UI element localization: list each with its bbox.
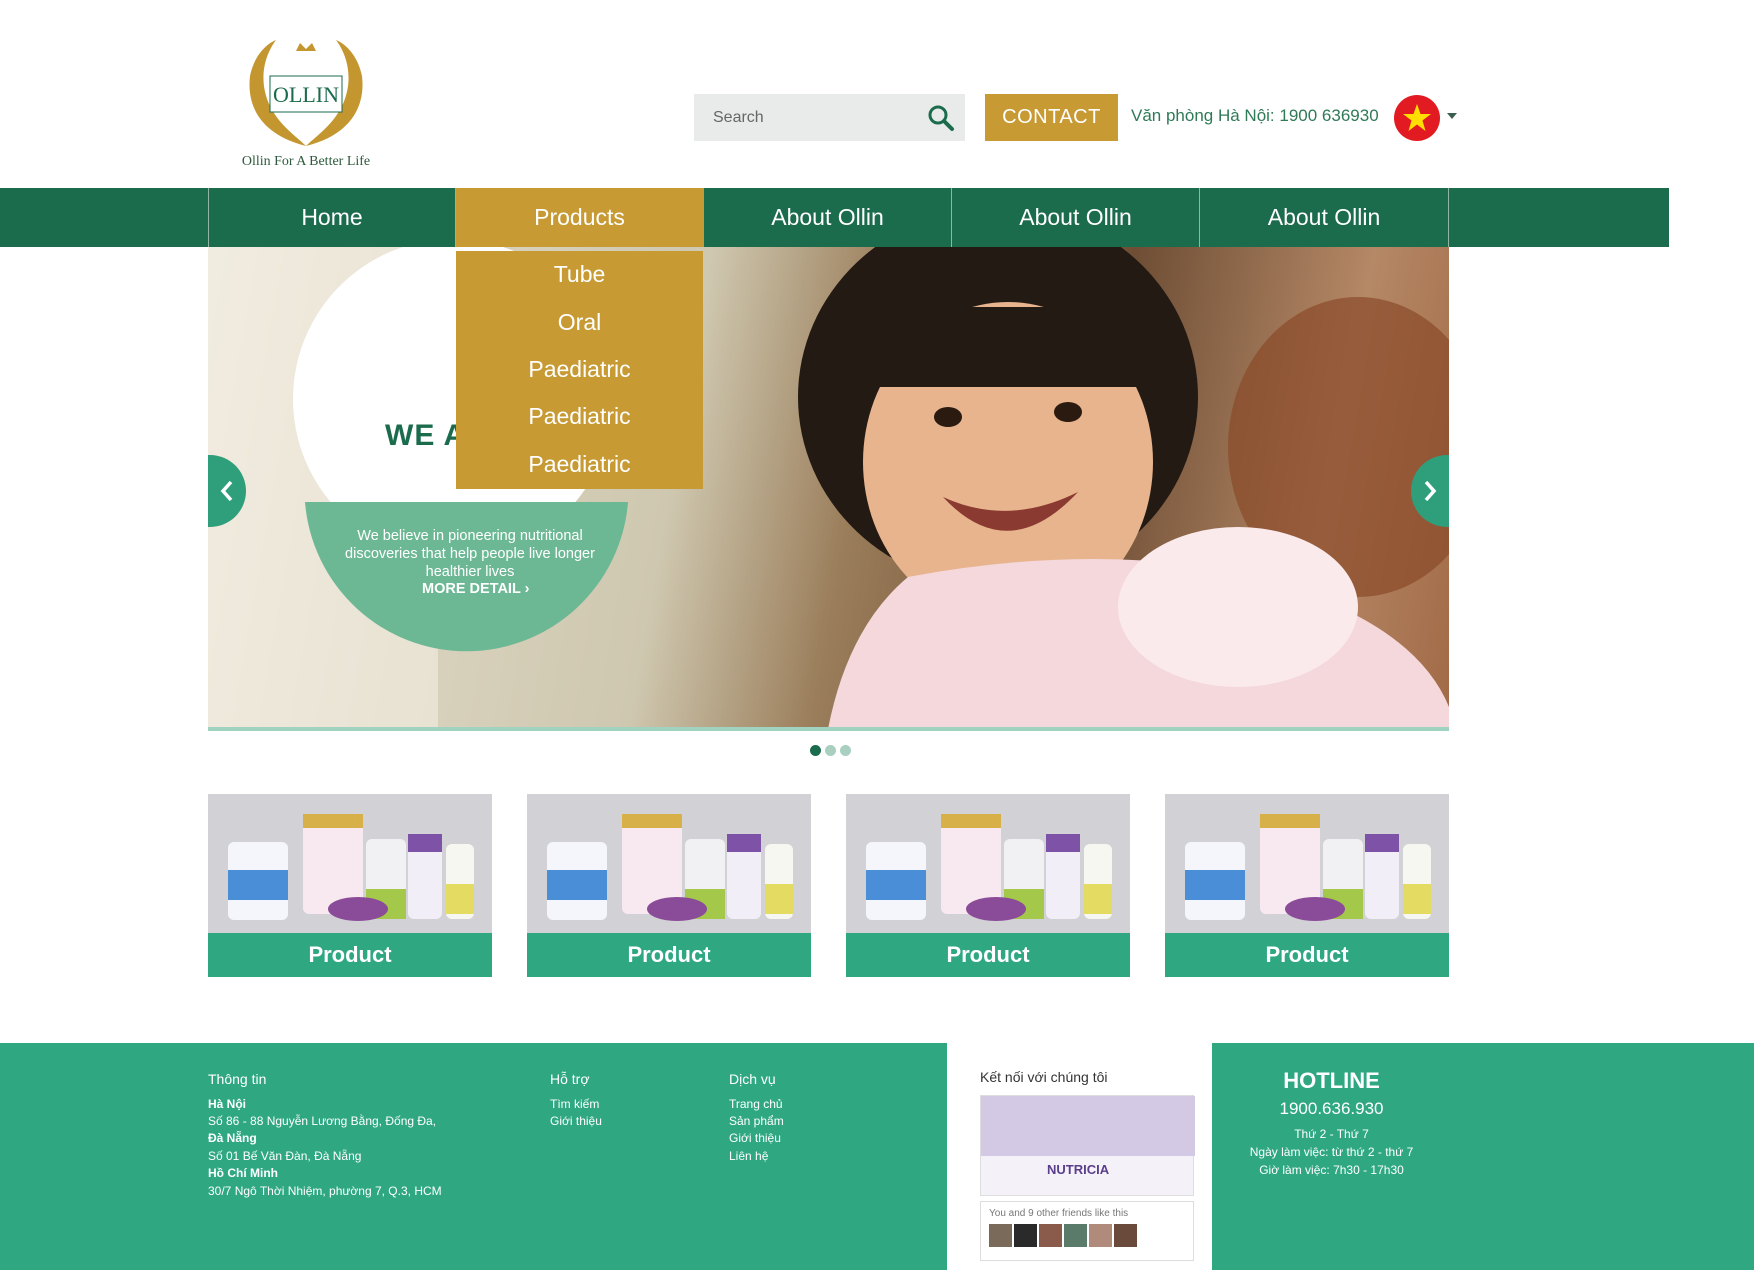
- products-dropdown: Tube Oral Paediatric Paediatric Paediatr…: [456, 251, 703, 489]
- nav-about-1[interactable]: About Ollin: [704, 188, 952, 247]
- social-friends-text: You and 9 other friends like this: [989, 1208, 1129, 1219]
- dropdown-item-paediatric-3[interactable]: Paediatric: [456, 441, 703, 488]
- footer-info-line: 30/7 Ngô Thời Nhiệm, phường 7, Q.3, HCM: [208, 1184, 442, 1198]
- footer-services-link[interactable]: Giới thiệu: [729, 1131, 781, 1145]
- nav-products[interactable]: Products: [456, 188, 704, 247]
- avatar[interactable]: [1114, 1224, 1137, 1247]
- laurel-wreath-icon: OLLIN: [249, 40, 363, 146]
- more-detail-label: MORE DETAIL: [422, 581, 521, 597]
- nav-about-2[interactable]: About Ollin: [952, 188, 1200, 247]
- hotline-line: Ngày làm việc: từ thứ 2 - thứ 7: [1249, 1145, 1414, 1159]
- logo-tagline: Ollin For A Better Life: [241, 154, 371, 169]
- product-label: Product: [208, 933, 492, 977]
- footer-services-link[interactable]: Trang chủ: [729, 1097, 783, 1111]
- hotline-line: Thứ 2 - Thứ 7: [1294, 1127, 1369, 1141]
- product-image: [1185, 814, 1431, 921]
- office-hotline: Văn phòng Hà Nội: 1900 636930: [1131, 106, 1379, 125]
- footer-services-link[interactable]: Liên hệ: [729, 1149, 768, 1163]
- hotline-line: Giờ làm việc: 7h30 - 17h30: [1259, 1163, 1404, 1177]
- search-icon[interactable]: [927, 104, 955, 132]
- avatar[interactable]: [989, 1224, 1012, 1247]
- footer-services-title: Dịch vụ: [729, 1071, 776, 1087]
- hero-text: We believe in pioneering nutritional dis…: [345, 528, 595, 580]
- main-nav: Home Products About Ollin About Ollin Ab…: [0, 188, 1669, 247]
- hero-heading: WE A: [385, 419, 467, 452]
- footer-info-line: Đà Nẵng: [208, 1131, 257, 1145]
- avatar[interactable]: [1089, 1224, 1112, 1247]
- dropdown-item-paediatric-1[interactable]: Paediatric: [456, 346, 703, 393]
- avatar[interactable]: [1064, 1224, 1087, 1247]
- slider-dot-2[interactable]: [825, 745, 836, 756]
- footer-info-line: Số 01 Bế Văn Đàn, Đà Nẵng: [208, 1149, 362, 1163]
- hero-slider: WE A We believe in pioneering nutritiona…: [208, 247, 1449, 729]
- product-card-4[interactable]: Product: [1165, 794, 1449, 977]
- social-friends-box: You and 9 other friends like this: [980, 1201, 1194, 1261]
- social-title: Kết nối với chúng tôi: [980, 1069, 1108, 1085]
- social-widget: Kết nối với chúng tôi NUTRICIA You and 9…: [947, 1043, 1212, 1270]
- hotline-number: 1900.636.930: [1279, 1099, 1384, 1118]
- nutricia-logo: NUTRICIA: [1047, 1162, 1110, 1177]
- social-cover-band: [981, 1096, 1195, 1156]
- avatar[interactable]: [1039, 1224, 1062, 1247]
- search-box: [694, 94, 965, 141]
- dropdown-item-oral[interactable]: Oral: [456, 298, 703, 345]
- ollin-logo[interactable]: OLLIN Ollin For A Better Life: [236, 36, 376, 172]
- footer-support-title: Hỗ trợ: [550, 1071, 590, 1087]
- product-card-2[interactable]: Product: [527, 794, 811, 977]
- social-cover-image[interactable]: NUTRICIA: [980, 1095, 1195, 1196]
- product-image: [547, 814, 793, 921]
- footer: Thông tin Hà Nội Số 86 - 88 Nguyễn Lương…: [0, 1043, 1754, 1270]
- nav-about-3[interactable]: About Ollin: [1200, 188, 1449, 247]
- dropdown-item-tube[interactable]: Tube: [456, 251, 703, 298]
- hero-bottom-bar: [208, 727, 1449, 731]
- dropdown-item-paediatric-2[interactable]: Paediatric: [456, 393, 703, 440]
- chevron-left-icon: [220, 480, 233, 502]
- product-label: Product: [1165, 933, 1449, 977]
- chevron-right-icon: [1424, 480, 1437, 502]
- vietnam-flag-icon[interactable]: [1394, 95, 1440, 141]
- product-card-3[interactable]: Product: [846, 794, 1130, 977]
- footer-support-link[interactable]: Giới thiệu: [550, 1114, 602, 1128]
- product-image: [228, 814, 474, 921]
- footer-support-link[interactable]: Tìm kiếm: [550, 1097, 599, 1111]
- product-card-1[interactable]: Product: [208, 794, 492, 977]
- hotline-title: HOTLINE: [1283, 1068, 1380, 1093]
- slider-dots: [810, 745, 851, 756]
- friend-avatars: [989, 1224, 1137, 1247]
- footer-info-line: Hồ Chí Minh: [208, 1166, 278, 1180]
- nav-home[interactable]: Home: [208, 188, 456, 247]
- product-label: Product: [527, 933, 811, 977]
- avatar[interactable]: [1014, 1224, 1037, 1247]
- footer-info-line: Số 86 - 88 Nguyễn Lương Bằng, Đống Đa,: [208, 1114, 437, 1128]
- product-image: [866, 814, 1112, 921]
- hero-image: [208, 247, 1449, 729]
- slider-dot-3[interactable]: [840, 745, 851, 756]
- footer-services-link[interactable]: Sản phẩm: [729, 1114, 784, 1128]
- slider-dot-1[interactable]: [810, 745, 821, 756]
- footer-info-line: Hà Nội: [208, 1097, 247, 1111]
- language-caret-icon[interactable]: [1447, 113, 1457, 119]
- chevron-right-icon: ›: [524, 581, 530, 597]
- contact-button[interactable]: CONTACT: [985, 94, 1118, 141]
- footer-info-title: Thông tin: [208, 1071, 267, 1087]
- product-label: Product: [846, 933, 1130, 977]
- search-input[interactable]: [694, 94, 914, 141]
- more-detail-link[interactable]: MORE DETAIL ›: [422, 581, 529, 597]
- svg-text:OLLIN: OLLIN: [273, 82, 339, 107]
